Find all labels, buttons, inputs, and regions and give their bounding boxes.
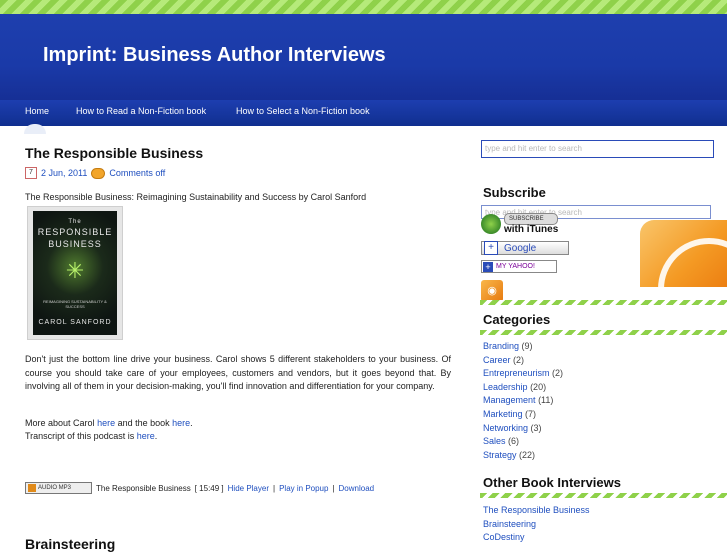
category-count: (3) (530, 422, 542, 433)
post-meta: 7 2 Jun, 2011 Comments off (25, 167, 165, 179)
post-intro: The Responsible Business: Reimagining Su… (25, 192, 367, 202)
site-title[interactable]: Imprint: Business Author Interviews (43, 44, 386, 67)
audio-player: AUDIO MP3 The Responsible Business [ 15:… (25, 482, 374, 494)
post-comments[interactable]: Comments off (109, 168, 165, 178)
category-count: (22) (519, 449, 536, 460)
yahoo-label: MY YAHOO! (496, 263, 535, 270)
category-item: Management (11) (483, 394, 563, 408)
book-cover-author: CAROL SANFORD (38, 319, 112, 326)
other-interview-link[interactable]: The Responsible Business (483, 504, 590, 518)
transcript-line: Transcript of this podcast is here. (25, 431, 158, 441)
itunes-subscribe[interactable]: SUBSCRIBE with iTunes (481, 213, 559, 235)
category-link[interactable]: Leadership (483, 382, 528, 392)
itunes-icon (481, 214, 501, 234)
site-header: Imprint: Business Author Interviews (0, 14, 727, 100)
player-duration: [ 15:49 ] (194, 483, 224, 493)
download-link[interactable]: Download (339, 484, 375, 493)
category-link[interactable]: Sales (483, 436, 506, 446)
yahoo-subscribe[interactable]: + MY YAHOO! (481, 260, 557, 273)
category-link[interactable]: Career (483, 355, 511, 365)
sidebar-search-input[interactable]: type and hit enter to search (481, 140, 714, 158)
nav-home[interactable]: Home (25, 106, 49, 116)
nav-how-to-read[interactable]: How to Read a Non-Fiction book (76, 106, 206, 116)
transcript-prefix: Transcript of this podcast is (25, 431, 135, 441)
category-item: Branding (9) (483, 340, 563, 354)
category-count: (11) (538, 395, 554, 406)
audio-badge-label: AUDIO MP3 (38, 485, 72, 491)
rss-large-icon (640, 220, 727, 340)
category-item: Sales (6) (483, 435, 563, 449)
post-body: Don't just the bottom line drive your bu… (25, 354, 451, 391)
google-subscribe[interactable]: + Google (481, 241, 569, 255)
audio-mp3-badge[interactable]: AUDIO MP3 (25, 482, 92, 494)
post-title[interactable]: The Responsible Business (25, 145, 203, 161)
book-cover-line2: RESPONSIBLE (37, 227, 113, 237)
divider (480, 493, 727, 498)
category-link[interactable]: Marketing (483, 409, 523, 419)
book-cover-line1: The (68, 219, 82, 225)
calendar-icon: 7 (25, 167, 37, 179)
post-date: 2 Jun, 2011 (41, 168, 88, 178)
next-post-title[interactable]: Brainsteering (25, 536, 115, 552)
top-stripe (0, 0, 727, 14)
category-count: (9) (521, 341, 533, 351)
divider (480, 330, 727, 335)
other-interview-link[interactable]: Brainsteering (483, 518, 590, 532)
category-item: Entrepreneurism (2) (483, 367, 563, 381)
book-cover-subtitle: REIMAGINING SUSTAINABILITY & SUCCESS (43, 299, 107, 309)
category-count: (7) (525, 408, 537, 419)
category-link[interactable]: Networking (483, 423, 528, 433)
category-count: (20) (530, 381, 547, 392)
book-link[interactable]: here (172, 418, 190, 428)
category-item: Networking (3) (483, 422, 563, 436)
more-mid: and the book (117, 418, 170, 428)
separator: | (273, 483, 276, 493)
category-item: Career (2) (483, 354, 563, 368)
category-link[interactable]: Strategy (483, 450, 517, 460)
google-label: Google (504, 242, 537, 254)
comment-icon (91, 167, 106, 179)
category-item: Marketing (7) (483, 408, 563, 422)
plus-icon: + (484, 241, 498, 255)
other-interviews-list: The Responsible Business Brainsteering C… (483, 504, 590, 545)
category-item: Strategy (22) (483, 449, 563, 463)
author-link[interactable]: here (97, 418, 115, 428)
post-more-line: More about Carol here and the book here. (25, 417, 193, 431)
other-interviews-heading: Other Book Interviews (483, 475, 621, 490)
hide-player-link[interactable]: Hide Player (228, 484, 269, 493)
play-popup-link[interactable]: Play in Popup (279, 484, 328, 493)
category-count: (2) (513, 354, 525, 365)
category-count: (2) (552, 368, 564, 379)
other-interview-link[interactable]: CoDestiny (483, 531, 590, 545)
player-title: The Responsible Business (96, 483, 191, 493)
plus-icon: + (483, 261, 493, 272)
category-link[interactable]: Entrepreneurism (483, 368, 550, 378)
itunes-label: with iTunes (504, 224, 559, 235)
categories-heading: Categories (483, 312, 551, 327)
book-cover-line3: BUSINESS (48, 239, 102, 249)
categories-list: Branding (9) Career (2) Entrepreneurism … (483, 340, 563, 462)
more-prefix: More about Carol (25, 418, 95, 428)
subscribe-heading: Subscribe (483, 185, 546, 200)
nav-how-to-select[interactable]: How to Select a Non-Fiction book (236, 106, 370, 116)
divider (480, 300, 727, 305)
book-cover-image[interactable]: The RESPONSIBLE BUSINESS ✳ REIMAGINING S… (27, 206, 123, 340)
category-link[interactable]: Management (483, 395, 536, 405)
starburst-icon: ✳ (65, 258, 85, 283)
audio-icon (28, 484, 36, 492)
rss-feed-icon[interactable]: ◉ (481, 280, 503, 302)
separator: | (332, 483, 335, 493)
category-item: Leadership (20) (483, 381, 563, 395)
category-count: (6) (508, 436, 520, 447)
transcript-link[interactable]: here (137, 431, 155, 441)
category-link[interactable]: Branding (483, 341, 519, 351)
more-end: . (190, 418, 193, 428)
nav-bar: Home How to Read a Non-Fiction book How … (0, 100, 727, 219)
